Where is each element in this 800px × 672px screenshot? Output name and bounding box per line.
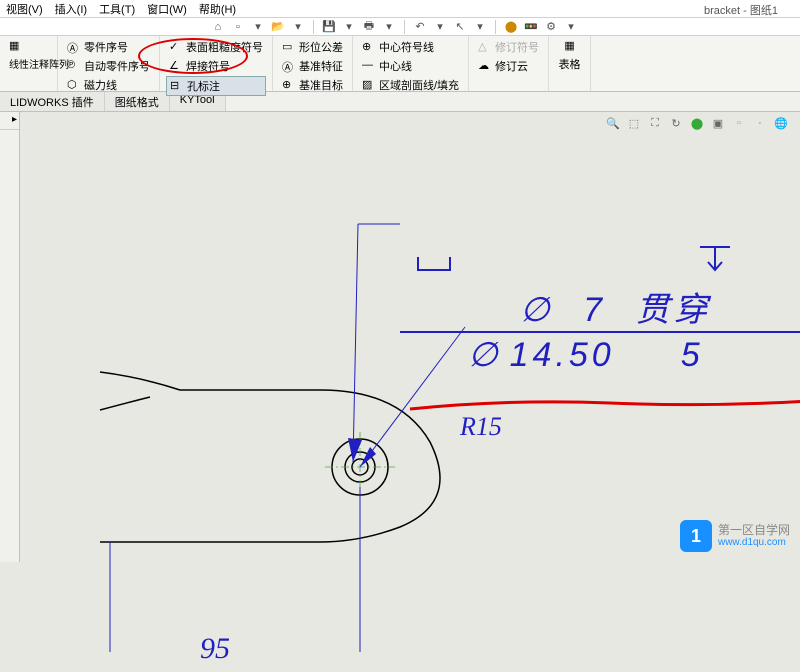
target-icon: ⊕ — [282, 78, 296, 92]
new-doc-icon[interactable]: ▫ — [230, 19, 246, 35]
surface-icon: ✓ — [169, 40, 183, 54]
callout-depth-value: 5 — [681, 336, 704, 375]
tab-sheet-format[interactable]: 图纸格式 — [105, 92, 170, 111]
callout-dia-value: 7 — [567, 291, 622, 329]
separator — [495, 20, 496, 34]
table-icon: ▦ — [563, 39, 577, 53]
weld-symbol-button[interactable]: ∠焊接符号 — [166, 57, 266, 75]
ribbon-group-datum: ▭形位公差 Ⓐ基准特征 ⊕基准目标 — [273, 36, 353, 91]
balloon-button[interactable]: Ⓐ零件序号 — [64, 38, 153, 56]
watermark-logo: 1 — [680, 520, 712, 552]
dropdown-icon[interactable]: ▾ — [432, 19, 448, 35]
radius-dimension: R15 — [460, 412, 502, 442]
ribbon-group-balloon: Ⓐ零件序号 ℗自动零件序号 ⬡磁力线 — [58, 36, 160, 91]
magnet-icon: ⬡ — [67, 78, 81, 92]
revision-cloud-button[interactable]: ☁修订云 — [475, 57, 542, 75]
cursor-icon[interactable]: ↖ — [452, 19, 468, 35]
quick-access-toolbar: ⌂ ▫▾ 📂▾ 💾▾ 🖶▾ ↶▾ ↖▾ ⬤ 🚥 ⚙▾ — [0, 18, 800, 36]
hatch-icon: ▨ — [362, 78, 376, 92]
linear-dimension-95: 95 — [200, 632, 230, 666]
separator — [313, 20, 314, 34]
undo-icon[interactable]: ↶ — [412, 19, 428, 35]
left-panel[interactable]: ▸ — [0, 112, 20, 562]
ribbon: ▦ 线性注释阵列 Ⓐ零件序号 ℗自动零件序号 ⬡磁力线 ✓表面粗糙度符号 ∠焊接… — [0, 36, 800, 92]
ribbon-group-symbols: ✓表面粗糙度符号 ∠焊接符号 ⊟孔标注 — [160, 36, 273, 91]
revcloud-icon: ☁ — [478, 59, 492, 73]
menu-help[interactable]: 帮助(H) — [193, 1, 242, 17]
callout-through-text: 贯穿 — [635, 291, 711, 329]
surface-finish-button[interactable]: ✓表面粗糙度符号 — [166, 38, 266, 56]
menu-insert[interactable]: 插入(I) — [49, 1, 93, 17]
panel-collapse-icon[interactable]: ▸ — [0, 112, 19, 130]
watermark-name: 第一区自学网 — [718, 523, 790, 537]
diameter-symbol: ∅ — [400, 291, 554, 329]
open-icon[interactable]: 📂 — [270, 19, 286, 35]
document-tabs: LIDWORKS 插件 图纸格式 KYTool — [0, 92, 800, 112]
diameter-symbol: ∅ — [468, 335, 502, 375]
separator — [404, 20, 405, 34]
balloon-icon: Ⓐ — [67, 40, 81, 54]
traffic-icon[interactable]: 🚥 — [523, 19, 539, 35]
menu-window[interactable]: 窗口(W) — [141, 1, 193, 17]
drawing-canvas[interactable]: 🔍 ⬚ ⛶ ↻ ⬤ ▣ ▫ · 🌐 — [20, 112, 800, 562]
ribbon-group-table: ▦表格 — [549, 36, 591, 91]
save-icon[interactable]: 💾 — [321, 19, 337, 35]
ribbon-group-pattern: ▦ 线性注释阵列 — [0, 36, 58, 91]
magline-button[interactable]: ⬡磁力线 — [64, 76, 153, 94]
menu-tools[interactable]: 工具(T) — [93, 1, 141, 17]
auto-balloon-button[interactable]: ℗自动零件序号 — [64, 57, 153, 75]
centerline-button[interactable]: ―中心线 — [359, 57, 462, 75]
dropdown-icon[interactable]: ▾ — [341, 19, 357, 35]
print-icon[interactable]: 🖶 — [361, 19, 377, 35]
datum-target-button[interactable]: ⊕基准目标 — [279, 76, 346, 94]
revision-symbol-button[interactable]: △修订符号 — [475, 38, 542, 56]
dimension-lines — [20, 112, 800, 672]
home-icon[interactable]: ⌂ — [210, 19, 226, 35]
watermark-url: www.d1qu.com — [718, 537, 790, 549]
options-icon[interactable]: ⬤ — [503, 19, 519, 35]
dropdown-icon[interactable]: ▾ — [472, 19, 488, 35]
callout-cbore-value: 14.50 — [510, 336, 615, 375]
tab-plugins[interactable]: LIDWORKS 插件 — [0, 92, 105, 111]
dropdown-icon[interactable]: ▾ — [381, 19, 397, 35]
hatch-button[interactable]: ▨区域剖面线/填充 — [359, 76, 462, 94]
pattern-icon: ▦ — [9, 39, 23, 53]
centerline-icon: ― — [362, 59, 376, 73]
watermark: 1 第一区自学网 www.d1qu.com — [680, 520, 790, 552]
gtol-icon: ▭ — [282, 40, 296, 54]
centermark-icon: ⊕ — [362, 40, 376, 54]
table-button[interactable]: ▦表格 — [555, 38, 584, 73]
auto-balloon-icon: ℗ — [67, 59, 81, 73]
menu-view[interactable]: 视图(V) — [0, 1, 49, 17]
center-mark-button[interactable]: ⊕中心符号线 — [359, 38, 462, 56]
linear-pattern-button[interactable]: ▦ — [6, 38, 51, 54]
hole-callout-button[interactable]: ⊟孔标注 — [166, 76, 266, 96]
datum-icon: Ⓐ — [282, 59, 296, 73]
ribbon-group-center: ⊕中心符号线 ―中心线 ▨区域剖面线/填充 — [353, 36, 469, 91]
dropdown-icon[interactable]: ▾ — [290, 19, 306, 35]
revsym-icon: △ — [478, 40, 492, 54]
dropdown-icon[interactable]: ▾ — [250, 19, 266, 35]
ribbon-group-revision: △修订符号 ☁修订云 — [469, 36, 549, 91]
weld-icon: ∠ — [169, 59, 183, 73]
hole-icon: ⊟ — [170, 79, 184, 93]
window-title: bracket - 图纸1 — [702, 0, 780, 20]
datum-feature-button[interactable]: Ⓐ基准特征 — [279, 57, 346, 75]
gtol-button[interactable]: ▭形位公差 — [279, 38, 346, 56]
dropdown-icon[interactable]: ▾ — [563, 19, 579, 35]
settings-icon[interactable]: ⚙ — [543, 19, 559, 35]
linear-pattern-label[interactable]: 线性注释阵列 — [6, 55, 51, 72]
menu-bar: 视图(V) 插入(I) 工具(T) 窗口(W) 帮助(H) — [0, 0, 800, 18]
hole-callout-text: ∅ 7 贯穿 ∅ 14.50 5 — [400, 282, 800, 375]
